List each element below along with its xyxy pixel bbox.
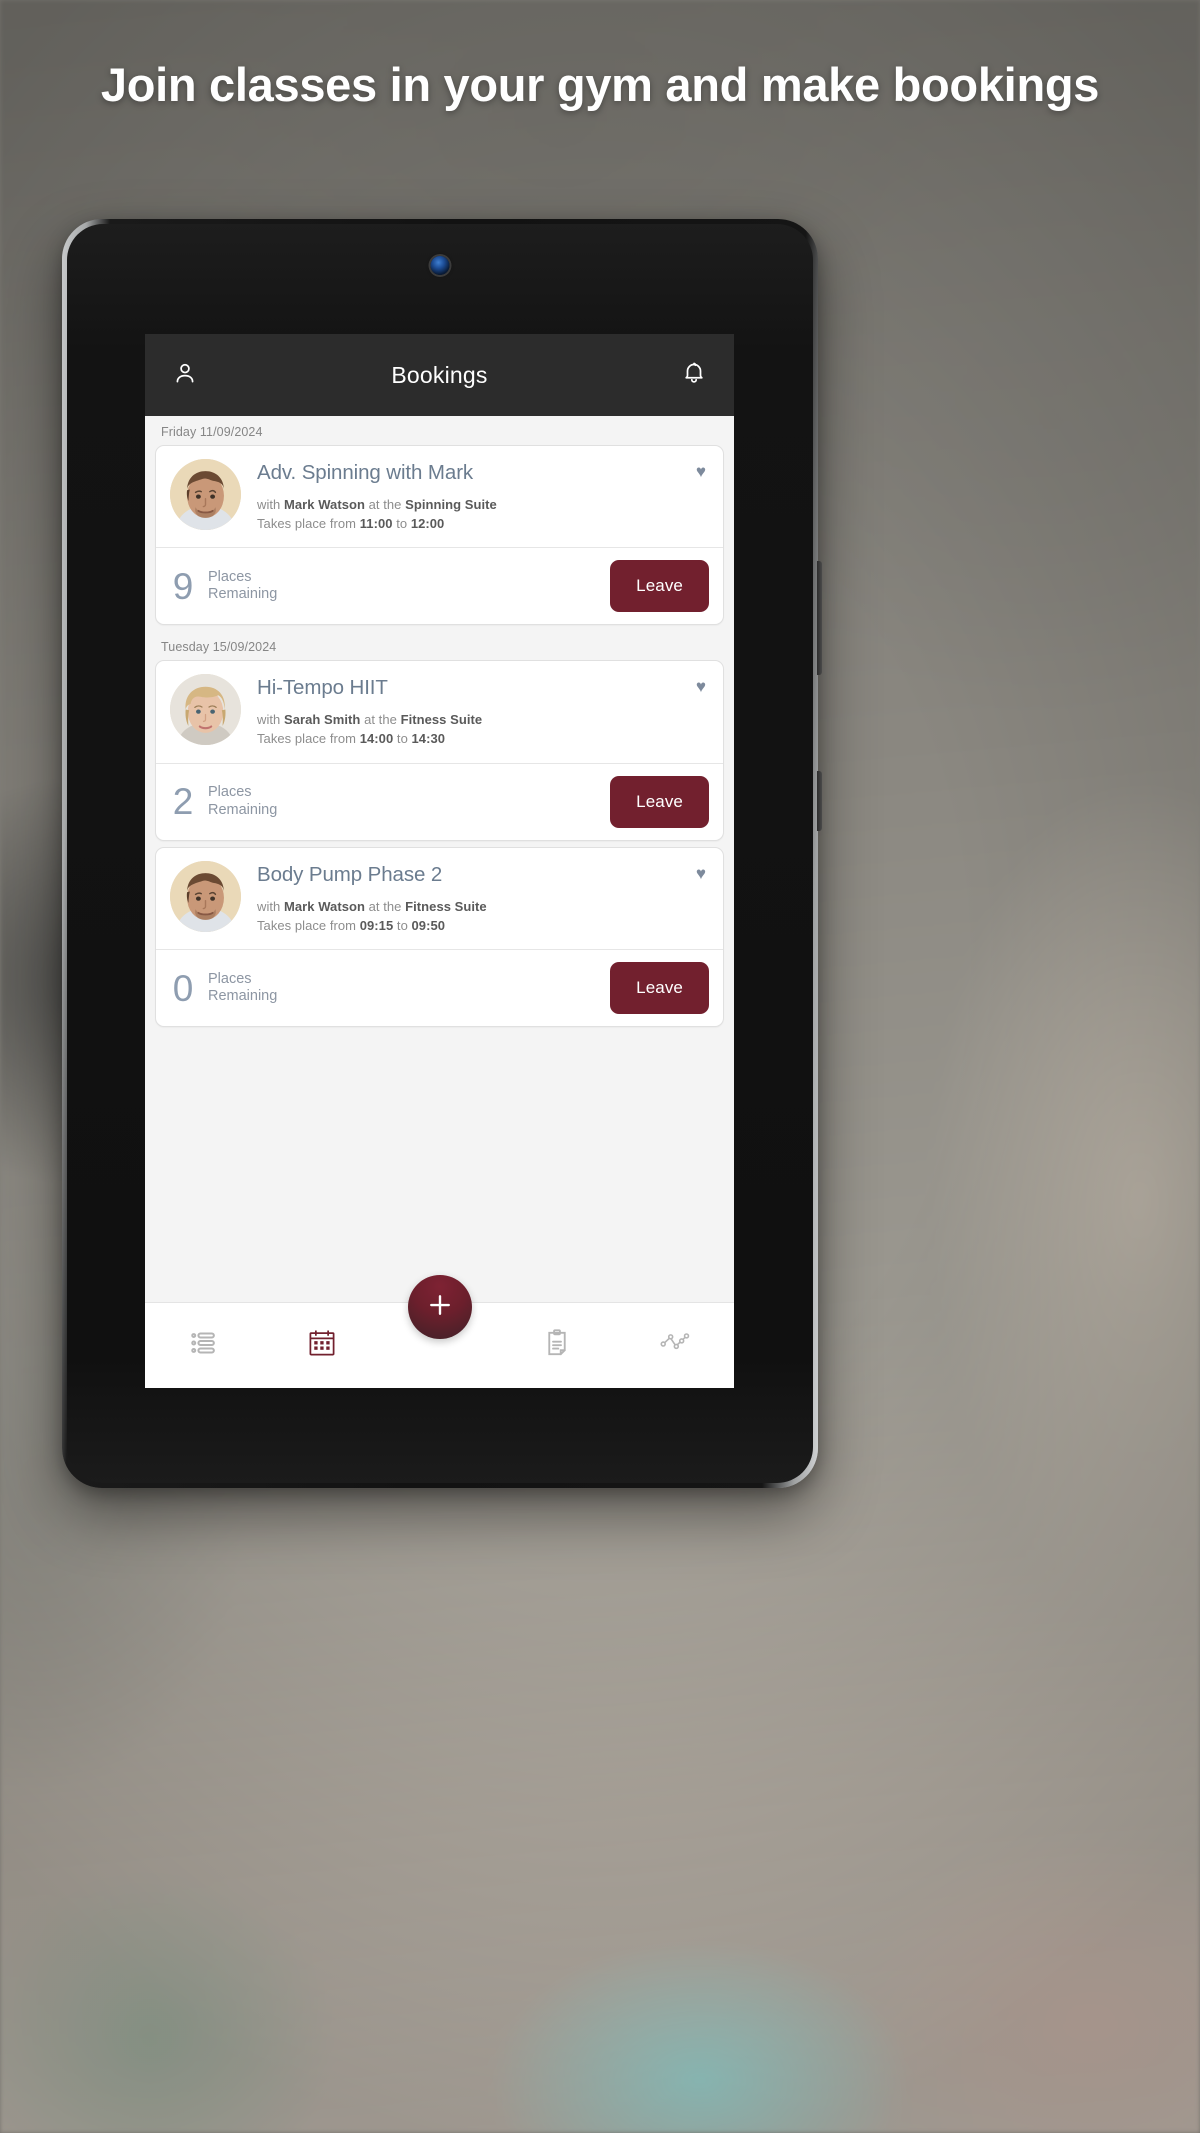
places-label: Places Remaining [208, 971, 277, 1006]
power-button[interactable] [817, 771, 822, 831]
bottom-navigation [145, 1275, 734, 1388]
places-label: Places Remaining [208, 569, 277, 604]
instructor-line: with Sarah Smith at the Fitness Suite [257, 711, 709, 730]
booking-card-actions: 0 Places Remaining Leave [156, 949, 723, 1026]
marketing-headline: Join classes in your gym and make bookin… [100, 58, 1100, 111]
places-remaining: 0 Places Remaining [170, 967, 278, 1009]
nav-item-list[interactable] [172, 1314, 236, 1378]
start-time: 11:00 [359, 515, 393, 531]
clipboard-icon [541, 1327, 573, 1364]
app-header: Bookings [145, 334, 734, 416]
class-title: Body Pump Phase 2 [257, 862, 443, 886]
with-prefix: with [257, 712, 281, 728]
device-screen: Bookings Friday 11/09/2024 Adv. Spinning… [145, 334, 734, 1388]
heart-icon[interactable]: ♥ [696, 865, 706, 882]
booking-card[interactable]: Body Pump Phase 2 with Mark Watson at th… [155, 846, 724, 1028]
start-time: 14:00 [359, 731, 394, 747]
leave-button[interactable]: Leave [610, 560, 709, 613]
places-label-line1: Places [208, 784, 252, 801]
nav-item-calendar[interactable] [290, 1314, 354, 1378]
instructor-avatar [170, 860, 241, 932]
class-title: Hi-Tempo HIIT [257, 676, 388, 700]
day-header: Tuesday 15/09/2024 [161, 640, 277, 655]
time-prefix: Takes place from [257, 731, 357, 747]
places-remaining: 2 Places Remaining [170, 781, 278, 823]
bookings-list[interactable]: Friday 11/09/2024 Adv. Spinning with Mar… [145, 416, 734, 1302]
booking-info: Adv. Spinning with Mark with Mark Watson… [257, 459, 709, 533]
end-time: 09:50 [411, 917, 446, 933]
places-label-line2: Remaining [208, 801, 278, 818]
places-label-line2: Remaining [208, 586, 278, 603]
places-count: 9 [172, 565, 194, 607]
at-text: at the [364, 712, 397, 728]
time-join: to [396, 731, 408, 747]
analytics-icon [658, 1326, 692, 1365]
time-prefix: Takes place from [257, 515, 357, 531]
booking-card-details: Adv. Spinning with Mark with Mark Watson… [156, 446, 723, 547]
time-line: Takes place from 09:15 to 09:50 [257, 917, 709, 936]
time-line: Takes place from 11:00 to 12:00 [257, 515, 709, 534]
tablet-device-frame: Bookings Friday 11/09/2024 Adv. Spinning… [62, 219, 822, 1488]
places-count: 0 [172, 967, 194, 1009]
places-label-line1: Places [208, 970, 252, 987]
bell-icon [681, 360, 707, 391]
time-join: to [396, 515, 408, 531]
start-time: 09:15 [359, 917, 394, 933]
notifications-button[interactable] [674, 355, 714, 395]
heart-icon[interactable]: ♥ [696, 678, 706, 695]
screenshot-stage: Join classes in your gym and make bookin… [0, 0, 1200, 2133]
instructor-line: with Mark Watson at the Spinning Suite [257, 496, 709, 515]
day-header: Friday 11/09/2024 [161, 425, 263, 439]
add-booking-fab[interactable] [407, 1275, 472, 1339]
places-label-line1: Places [208, 568, 252, 585]
front-camera-icon [430, 256, 450, 275]
time-prefix: Takes place from [257, 917, 357, 933]
list-icon [188, 1327, 220, 1364]
instructor-name: Mark Watson [284, 497, 365, 512]
time-join: to [396, 917, 408, 933]
location-name: Spinning Suite [405, 497, 497, 512]
page-title: Bookings [391, 361, 488, 388]
booking-card-details: Hi-Tempo HIIT with Sarah Smith at the Fi… [156, 661, 723, 762]
profile-button[interactable] [165, 355, 205, 395]
instructor-name: Mark Watson [284, 898, 365, 914]
end-time: 14:30 [411, 731, 446, 747]
instructor-avatar [170, 459, 241, 530]
booking-card-details: Body Pump Phase 2 with Mark Watson at th… [156, 848, 723, 949]
calendar-icon [306, 1327, 338, 1364]
plus-icon [425, 1290, 455, 1325]
instructor-avatar [170, 674, 241, 746]
at-text: at the [368, 497, 402, 512]
booking-card-actions: 2 Places Remaining Leave [156, 762, 723, 840]
places-remaining: 9 Places Remaining [170, 565, 278, 607]
end-time: 12:00 [410, 515, 445, 531]
time-line: Takes place from 14:00 to 14:30 [257, 730, 709, 749]
nav-item-analytics[interactable] [643, 1314, 707, 1378]
instructor-line: with Mark Watson at the Fitness Suite [257, 898, 709, 917]
places-count: 2 [172, 781, 194, 823]
class-title: Adv. Spinning with Mark [257, 461, 474, 484]
volume-button[interactable] [817, 561, 822, 675]
booking-card[interactable]: Hi-Tempo HIIT with Sarah Smith at the Fi… [155, 660, 724, 841]
booking-info: Hi-Tempo HIIT with Sarah Smith at the Fi… [257, 674, 709, 748]
leave-button[interactable]: Leave [610, 775, 709, 828]
nav-item-clipboard[interactable] [525, 1314, 589, 1378]
location-name: Fitness Suite [405, 898, 487, 914]
at-text: at the [368, 898, 402, 914]
booking-info: Body Pump Phase 2 with Mark Watson at th… [257, 861, 709, 935]
heart-icon[interactable]: ♥ [696, 463, 706, 480]
leave-button[interactable]: Leave [610, 962, 709, 1015]
booking-card[interactable]: Adv. Spinning with Mark with Mark Watson… [155, 445, 724, 626]
places-label-line2: Remaining [208, 988, 278, 1005]
with-prefix: with [257, 898, 281, 914]
location-name: Fitness Suite [400, 712, 483, 728]
instructor-name: Sarah Smith [284, 712, 361, 728]
person-icon [172, 360, 198, 391]
with-prefix: with [257, 497, 281, 512]
places-label: Places Remaining [208, 784, 277, 819]
booking-card-actions: 9 Places Remaining Leave [156, 547, 723, 624]
